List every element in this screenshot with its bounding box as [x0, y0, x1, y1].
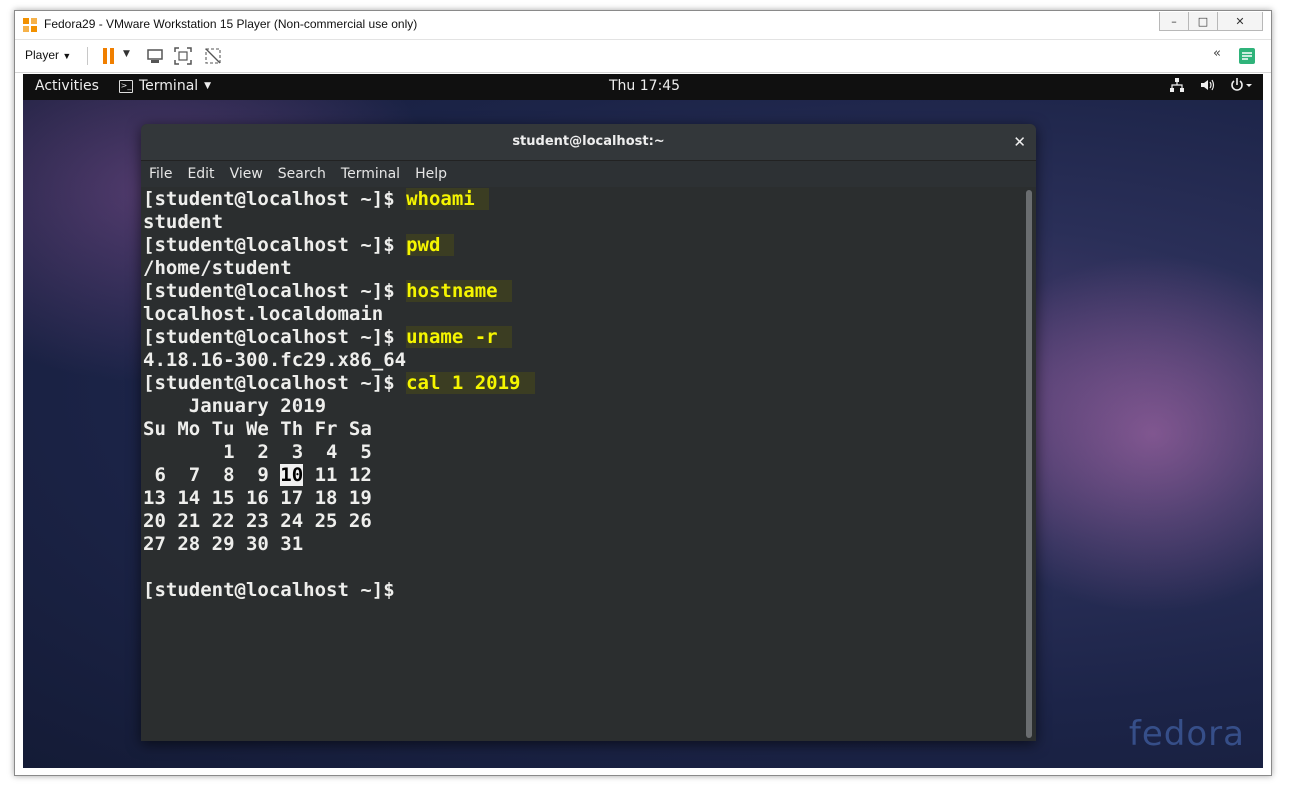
output-line: Su Mo Tu We Th Fr Sa — [143, 418, 372, 440]
command-text: whoami — [406, 188, 489, 210]
calendar-today: 10 — [280, 464, 304, 486]
prompt-text: [student@localhost ~]$ — [143, 234, 407, 256]
power-icon[interactable] — [1229, 77, 1253, 93]
command-line: [student@localhost ~]$ uname -r — [143, 326, 1023, 349]
terminal-menu-file[interactable]: File — [149, 166, 172, 182]
send-ctrl-alt-del-icon[interactable] — [145, 46, 165, 66]
prompt-text: [student@localhost ~]$ — [143, 372, 407, 394]
output-line: 4.18.16-300.fc29.x86_64 — [143, 349, 407, 371]
fit-guest-icon[interactable] — [173, 46, 193, 66]
chevron-down-icon[interactable]: ▼ — [123, 49, 130, 59]
app-menu[interactable]: >_ Terminal ▼ — [119, 78, 211, 94]
command-text: cal 1 2019 — [406, 372, 535, 394]
prompt-text: [student@localhost ~]$ — [143, 188, 407, 210]
player-menu-label: Player — [25, 48, 60, 62]
terminal-scrollbar[interactable] — [1026, 190, 1032, 738]
vmware-toolbar: Player ▼ ▼ « — [15, 40, 1271, 73]
vmware-window: Fedora29 - VMware Workstation 15 Player … — [14, 10, 1272, 776]
guest-desktop[interactable]: fedora Activities >_ Terminal ▼ Thu 17:4… — [23, 74, 1263, 768]
app-menu-label: Terminal — [139, 78, 199, 94]
command-text: pwd — [406, 234, 455, 256]
fedora-watermark: fedora — [1128, 714, 1245, 754]
collapse-toolbar-icon[interactable]: « — [1213, 46, 1221, 61]
close-button[interactable]: ✕ — [1218, 12, 1263, 31]
toolbar-divider — [87, 47, 88, 65]
terminal-menu-view[interactable]: View — [230, 166, 263, 182]
calendar-row: 6 7 8 9 10 11 12 — [143, 464, 1023, 487]
close-icon[interactable]: ✕ — [1013, 133, 1026, 151]
vmware-logo-icon — [23, 18, 37, 32]
command-line: [student@localhost ~]$ whoami — [143, 188, 1023, 211]
minimize-button[interactable]: – — [1159, 12, 1189, 31]
terminal-title: student@localhost:~ — [512, 134, 665, 149]
terminal-icon: >_ — [119, 79, 133, 93]
clock[interactable]: Thu 17:45 — [609, 78, 680, 94]
output-line: 27 28 29 30 31 — [143, 533, 304, 555]
command-line: [student@localhost ~]$ cal 1 2019 — [143, 372, 1023, 395]
output-line: 13 14 15 16 17 18 19 — [143, 487, 372, 509]
calendar-days: 6 7 8 9 — [143, 464, 281, 486]
terminal-header[interactable]: student@localhost:~ ✕ — [141, 124, 1036, 161]
terminal-menubar: File Edit View Search Terminal Help — [141, 161, 1036, 187]
network-icon[interactable] — [1169, 77, 1185, 93]
terminal-menu-search[interactable]: Search — [278, 166, 326, 182]
system-tray[interactable] — [1169, 77, 1253, 93]
window-title: Fedora29 - VMware Workstation 15 Player … — [44, 17, 418, 31]
terminal-menu-terminal[interactable]: Terminal — [341, 166, 400, 182]
output-line: student — [143, 211, 224, 233]
prompt-text: [student@localhost ~]$ — [143, 579, 407, 601]
shell-prompt: [student@localhost ~]$ — [143, 579, 1023, 602]
command-line: [student@localhost ~]$ pwd — [143, 234, 1023, 257]
output-line: /home/student — [143, 257, 292, 279]
terminal-window[interactable]: student@localhost:~ ✕ File Edit View Search… — [141, 124, 1036, 741]
notes-icon[interactable] — [1237, 46, 1257, 66]
unity-icon[interactable] — [203, 46, 223, 66]
chevron-down-icon: ▼ — [204, 81, 212, 91]
output-line: 1 2 3 4 5 — [143, 441, 372, 463]
maximize-button[interactable]: □ — [1189, 12, 1218, 31]
activities-button[interactable]: Activities — [35, 78, 99, 94]
output-line: 20 21 22 23 24 25 26 — [143, 510, 372, 532]
gnome-top-bar: Activities >_ Terminal ▼ Thu 17:45 — [23, 74, 1263, 100]
command-text: uname -r — [406, 326, 512, 348]
terminal-menu-edit[interactable]: Edit — [187, 166, 214, 182]
command-text: hostname — [406, 280, 512, 302]
chevron-down-icon: ▼ — [62, 51, 72, 61]
pause-icon[interactable] — [99, 46, 119, 66]
prompt-text: [student@localhost ~]$ — [143, 326, 407, 348]
prompt-text: [student@localhost ~]$ — [143, 280, 407, 302]
window-controls: – □ ✕ — [1159, 12, 1263, 31]
command-line: [student@localhost ~]$ hostname — [143, 280, 1023, 303]
volume-icon[interactable] — [1199, 77, 1215, 93]
output-line: January 2019 — [143, 395, 327, 417]
output-line: localhost.localdomain — [143, 303, 384, 325]
vmware-titlebar[interactable]: Fedora29 - VMware Workstation 15 Player … — [15, 11, 1271, 40]
calendar-days: 11 12 — [303, 464, 372, 486]
terminal-menu-help[interactable]: Help — [415, 166, 447, 182]
terminal-output[interactable]: [student@localhost ~]$ whoami student [stu… — [143, 188, 1023, 738]
player-menu[interactable]: Player ▼ — [25, 48, 71, 62]
